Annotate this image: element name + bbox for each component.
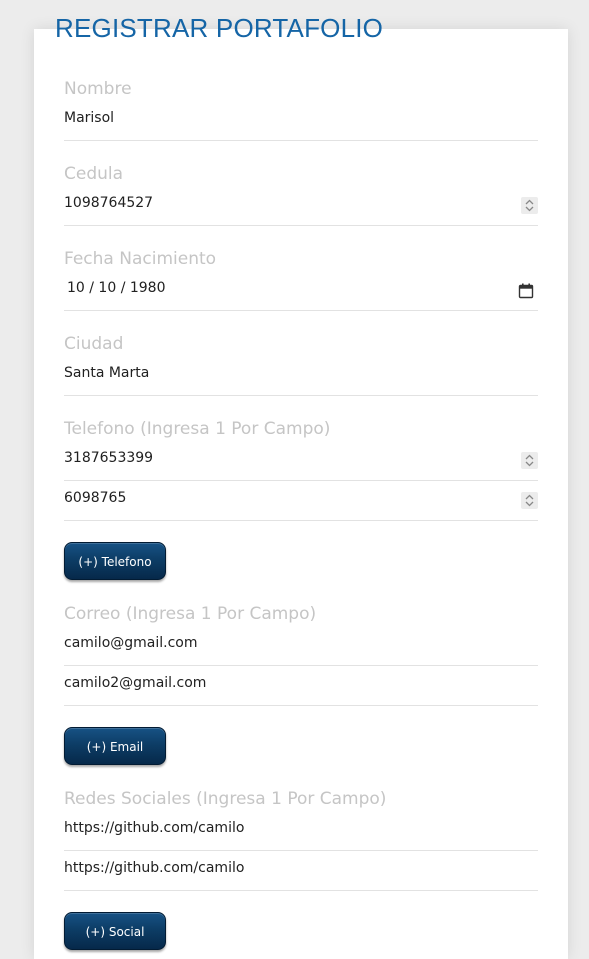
spinner-arrows-icon[interactable] [521,197,538,214]
spinner-arrows-icon[interactable] [521,492,538,509]
nombre-label: Nombre [64,79,132,99]
correo-value-1: camilo@gmail.com [64,635,198,651]
redes-value-2: https://github.com/camilo [64,860,245,876]
telefono-input-2[interactable]: 6098765 [64,481,538,521]
cedula-value: 1098764527 [64,195,154,211]
ciudad-label: Ciudad [64,334,124,354]
correo-value-2: camilo2@gmail.com [64,675,207,691]
add-social-button[interactable]: (+) Social [64,912,166,950]
correo-input-1[interactable]: camilo@gmail.com [64,626,538,666]
page-title: REGISTRAR PORTAFOLIO [55,13,384,43]
telefono-value-1: 3187653399 [64,450,154,466]
nombre-input[interactable]: Marisol [64,101,538,141]
cedula-input[interactable]: 1098764527 [64,186,538,226]
calendar-icon[interactable] [518,283,534,303]
cedula-label: Cedula [64,164,124,184]
redes-input-2[interactable]: https://github.com/camilo [64,851,538,891]
ciudad-value: Santa Marta [64,365,150,381]
redes-label: Redes Sociales (Ingresa 1 Por Campo) [64,789,387,809]
spinner-arrows-icon[interactable] [521,452,538,469]
add-telefono-button[interactable]: (+) Telefono [64,542,166,580]
correo-label: Correo (Ingresa 1 Por Campo) [64,604,317,624]
fecha-label: Fecha Nacimiento [64,249,217,269]
telefono-label: Telefono (Ingresa 1 Por Campo) [64,419,331,439]
nombre-value: Marisol [64,110,115,126]
ciudad-input[interactable]: Santa Marta [64,356,538,396]
fecha-input[interactable]: 10 / 10 / 1980 [64,271,538,311]
redes-value-1: https://github.com/camilo [64,820,245,836]
add-email-button[interactable]: (+) Email [64,727,166,765]
telefono-value-2: 6098765 [64,490,127,506]
fecha-value: 10 / 10 / 1980 [67,280,166,296]
redes-input-1[interactable]: https://github.com/camilo [64,811,538,851]
correo-input-2[interactable]: camilo2@gmail.com [64,666,538,706]
telefono-input-1[interactable]: 3187653399 [64,441,538,481]
